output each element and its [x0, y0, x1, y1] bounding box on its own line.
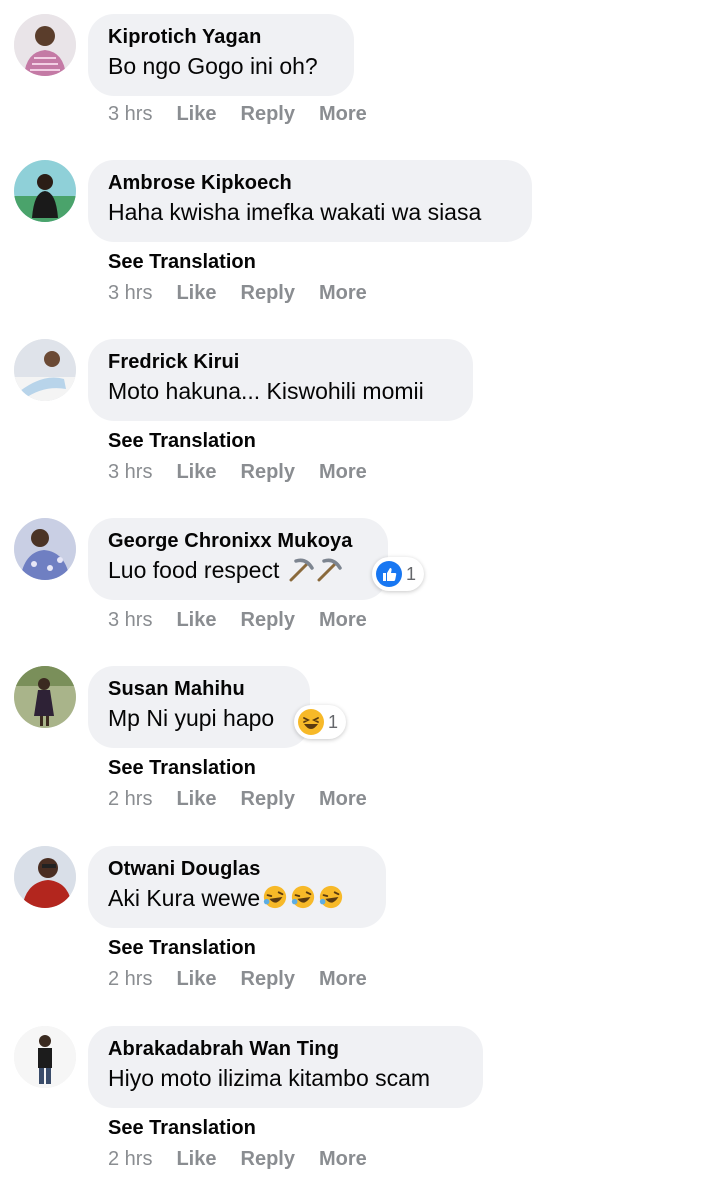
- avatar[interactable]: [14, 14, 76, 76]
- rofl-emoji-icon: [262, 884, 288, 919]
- comment-text: Haha kwisha imefka wakati wa siasa: [108, 199, 482, 225]
- comment-author[interactable]: George Chronixx Mukoya: [108, 529, 368, 553]
- profile-photo-icon: [14, 160, 76, 222]
- pick-icon: [316, 556, 342, 591]
- more-button[interactable]: More: [319, 968, 367, 990]
- comment-actions: 3 hrs Like Reply More: [108, 609, 391, 632]
- comment-bubble[interactable]: George Chronixx Mukoya Luo food respect: [88, 518, 388, 600]
- more-button[interactable]: More: [319, 788, 367, 810]
- comment-author[interactable]: Ambrose Kipkoech: [108, 171, 512, 195]
- reply-button[interactable]: Reply: [241, 103, 295, 125]
- more-button[interactable]: More: [319, 103, 367, 125]
- profile-photo-icon: [14, 14, 76, 76]
- comment-bubble[interactable]: Kiprotich Yagan Bo ngo Gogo ini oh?: [88, 14, 354, 96]
- comment-author[interactable]: Kiprotich Yagan: [108, 25, 334, 49]
- avatar[interactable]: [14, 846, 76, 908]
- comment-actions: 2 hrs Like Reply More: [108, 788, 391, 811]
- comment-timestamp[interactable]: 3 hrs: [108, 609, 152, 631]
- reply-button[interactable]: Reply: [241, 609, 295, 631]
- pick-icon: [288, 556, 314, 591]
- comment-actions: 2 hrs Like Reply More: [108, 1148, 391, 1171]
- comment-bubble[interactable]: Susan Mahihu Mp Ni yupi hapo: [88, 666, 310, 748]
- comment-timestamp[interactable]: 3 hrs: [108, 103, 152, 125]
- more-button[interactable]: More: [319, 282, 367, 304]
- comment-text: Bo ngo Gogo ini oh?: [108, 53, 318, 79]
- reply-button[interactable]: Reply: [241, 282, 295, 304]
- comment-actions: 3 hrs Like Reply More: [108, 103, 391, 126]
- more-button[interactable]: More: [319, 609, 367, 631]
- profile-photo-icon: [14, 518, 76, 580]
- avatar[interactable]: [14, 1026, 76, 1088]
- profile-photo-icon: [14, 1026, 76, 1088]
- comment-timestamp[interactable]: 3 hrs: [108, 461, 152, 483]
- comment-timestamp[interactable]: 3 hrs: [108, 282, 152, 304]
- more-button[interactable]: More: [319, 1148, 367, 1170]
- comment-text-body: Luo food respect: [108, 557, 280, 583]
- like-icon: [376, 561, 402, 587]
- comment-text: Hiyo moto ilizima kitambo scam: [108, 1065, 431, 1091]
- avatar[interactable]: [14, 339, 76, 401]
- avatar[interactable]: [14, 160, 76, 222]
- avatar[interactable]: [14, 518, 76, 580]
- like-button[interactable]: Like: [176, 461, 216, 483]
- see-translation-link[interactable]: See Translation: [108, 937, 256, 960]
- laughing-emoji-icon: [298, 709, 324, 735]
- reply-button[interactable]: Reply: [241, 788, 295, 810]
- comment-timestamp[interactable]: 2 hrs: [108, 1148, 152, 1170]
- like-button[interactable]: Like: [176, 282, 216, 304]
- comment-actions: 2 hrs Like Reply More: [108, 968, 391, 991]
- comment-actions: 3 hrs Like Reply More: [108, 461, 391, 484]
- like-button[interactable]: Like: [176, 1148, 216, 1170]
- profile-photo-icon: [14, 339, 76, 401]
- avatar[interactable]: [14, 666, 76, 728]
- reply-button[interactable]: Reply: [241, 1148, 295, 1170]
- reaction-count: 1: [406, 563, 417, 584]
- reaction-badge[interactable]: 1: [294, 705, 346, 739]
- profile-photo-icon: [14, 666, 76, 728]
- comment-text: Luo food respect: [108, 553, 368, 591]
- comment-author[interactable]: Abrakadabrah Wan Ting: [108, 1037, 463, 1061]
- reply-button[interactable]: Reply: [241, 461, 295, 483]
- see-translation-link[interactable]: See Translation: [108, 1117, 256, 1140]
- comment-bubble[interactable]: Ambrose Kipkoech Haha kwisha imefka waka…: [88, 160, 532, 242]
- reaction-badge[interactable]: 1: [372, 557, 424, 591]
- comment-bubble[interactable]: Otwani Douglas Aki Kura wewe: [88, 846, 386, 928]
- comment-text: Moto hakuna... Kiswohili momii: [108, 378, 424, 404]
- see-translation-link[interactable]: See Translation: [108, 757, 256, 780]
- like-button[interactable]: Like: [176, 968, 216, 990]
- comment-text: Mp Ni yupi hapo: [108, 705, 275, 731]
- reaction-count: 1: [328, 711, 339, 732]
- see-translation-link[interactable]: See Translation: [108, 430, 256, 453]
- comment-text-body: Aki Kura wewe: [108, 885, 261, 911]
- comment-author[interactable]: Otwani Douglas: [108, 857, 366, 881]
- comment-bubble[interactable]: Abrakadabrah Wan Ting Hiyo moto ilizima …: [88, 1026, 483, 1108]
- like-button[interactable]: Like: [176, 609, 216, 631]
- comment-bubble[interactable]: Fredrick Kirui Moto hakuna... Kiswohili …: [88, 339, 473, 421]
- comment-author[interactable]: Fredrick Kirui: [108, 350, 453, 374]
- see-translation-link[interactable]: See Translation: [108, 251, 256, 274]
- reply-button[interactable]: Reply: [241, 968, 295, 990]
- comment-timestamp[interactable]: 2 hrs: [108, 968, 152, 990]
- profile-photo-icon: [14, 846, 76, 908]
- comment-author[interactable]: Susan Mahihu: [108, 677, 290, 701]
- rofl-emoji-icon: [318, 884, 344, 919]
- more-button[interactable]: More: [319, 461, 367, 483]
- rofl-emoji-icon: [290, 884, 316, 919]
- like-button[interactable]: Like: [176, 103, 216, 125]
- comment-text: Aki Kura wewe: [108, 881, 366, 919]
- comment-actions: 3 hrs Like Reply More: [108, 282, 391, 305]
- comment-timestamp[interactable]: 2 hrs: [108, 788, 152, 810]
- like-button[interactable]: Like: [176, 788, 216, 810]
